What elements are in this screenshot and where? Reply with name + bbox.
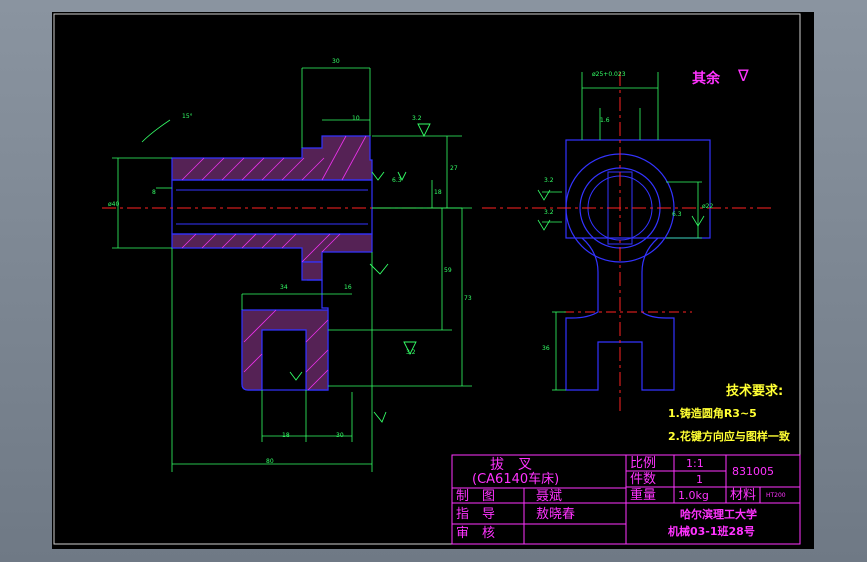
dim-8: 8 (152, 189, 156, 196)
other-label: 其余 (692, 71, 720, 87)
dim-36: 36 (542, 345, 550, 352)
roughness-16: 1.6 (600, 117, 610, 124)
guide-name: 敖晓春 (536, 507, 576, 522)
material-value: HT200 (766, 492, 786, 499)
dim-dia-left: ø40 (108, 201, 120, 208)
dim-30b: 30 (336, 432, 344, 439)
tech-req-item-1: 1.铸造圆角R3~5 (668, 407, 757, 420)
qty-value: 1 (696, 473, 703, 486)
weight-label: 重量 (630, 488, 657, 503)
class-info: 机械03-1班28号 (668, 525, 755, 538)
material-label: 材料 (730, 488, 757, 503)
dim-10: 10 (352, 115, 360, 122)
roughness-32a: 3.2 (412, 115, 422, 122)
weight-value: 1.0kg (678, 489, 709, 502)
tech-req-item-2: 2.花键方向应与图样一致 (668, 430, 790, 443)
dim-73: 73 (464, 295, 472, 302)
drawn-name: 聂斌 (536, 489, 563, 504)
dim-dia-right: ø22 (702, 203, 714, 210)
roughness-32b: 3.2 (406, 349, 416, 356)
dim-dia-top: ø25+0.023 (592, 71, 626, 78)
side-view (482, 72, 772, 412)
dim-angle: 15° (182, 113, 193, 120)
front-dimensions (112, 67, 472, 472)
dim-59: 59 (444, 267, 452, 274)
roughness-symbol-icon: ∇ (738, 66, 749, 85)
qty-label: 件数 (630, 472, 657, 487)
dim-18b: 18 (282, 432, 290, 439)
review-label: 审 核 (456, 526, 496, 541)
scale-value: 1:1 (686, 457, 704, 470)
machine-name: (CA6140车床) (472, 472, 560, 487)
dim-27: 27 (450, 165, 458, 172)
guide-label: 指 导 (456, 507, 496, 522)
drawing-number: 831005 (732, 465, 774, 478)
drawing-canvas[interactable]: 其余 ∇ 技术要求: 1.铸造圆角R3~5 2.花键方向应与图样一致 30 10… (52, 12, 814, 549)
bore-outline (171, 179, 373, 235)
roughness-63a: 6.3 (392, 177, 402, 184)
dim-30: 30 (332, 58, 340, 65)
part-name: 拔 叉 (490, 457, 532, 473)
roughness-32d: 3.2 (544, 209, 554, 216)
dim-80: 80 (266, 458, 274, 465)
scale-label: 比例 (630, 456, 657, 471)
school-name: 哈尔滨理工大学 (680, 508, 757, 521)
side-hub-outline (565, 139, 711, 239)
roughness-32c: 3.2 (544, 177, 554, 184)
dim-34: 34 (280, 284, 288, 291)
tech-req-title: 技术要求: (726, 384, 784, 399)
roughness-63b: 6.3 (672, 211, 682, 218)
drawn-label: 制 图 (456, 489, 496, 504)
cad-viewport[interactable]: 其余 ∇ 技术要求: 1.铸造圆角R3~5 2.花键方向应与图样一致 30 10… (0, 0, 867, 562)
dim-16: 16 (344, 284, 352, 291)
dim-18: 18 (434, 189, 442, 196)
